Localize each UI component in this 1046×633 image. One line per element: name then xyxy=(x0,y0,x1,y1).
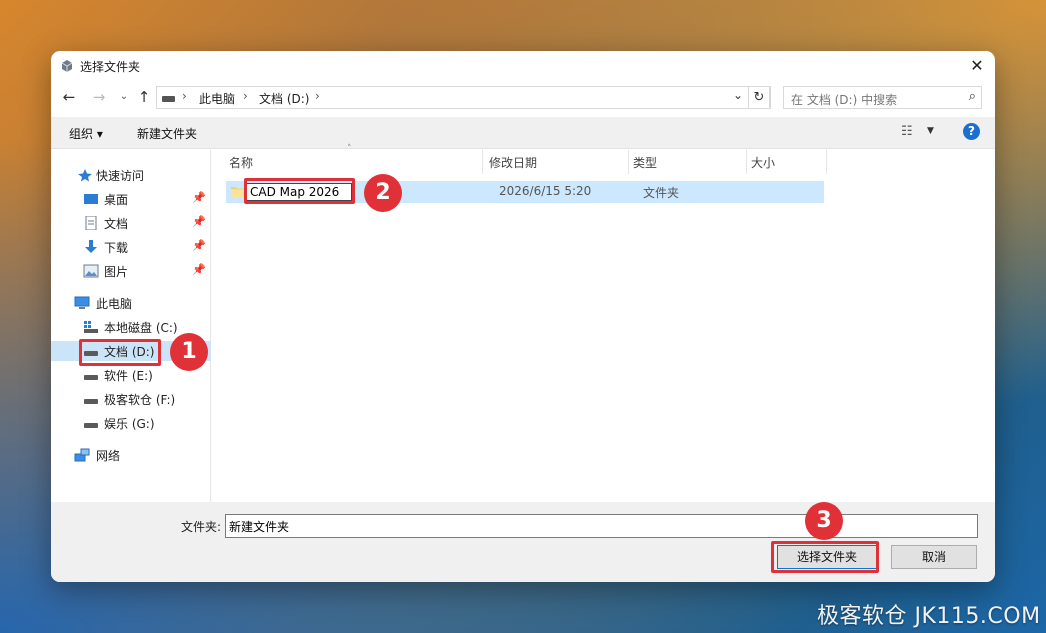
sidebar-item-label: 本地磁盘 (C:) xyxy=(104,321,178,335)
highlight-folder-name xyxy=(244,178,355,204)
recent-locations-chevron-icon[interactable]: ⌄ xyxy=(115,88,133,108)
sidebar-item-label: 极客软仓 (F:) xyxy=(104,393,176,407)
file-modified: 2026/6/15 5:20 xyxy=(499,184,592,198)
search-input[interactable]: 在 文档 (D:) 中搜索 ⌕ xyxy=(783,86,982,109)
close-icon[interactable]: ✕ xyxy=(965,55,989,79)
sidebar-item-documents[interactable]: 文档 📌 xyxy=(51,213,211,233)
new-folder-button[interactable]: 新建文件夹 xyxy=(137,125,197,142)
column-label: 类型 xyxy=(633,156,658,170)
star-icon xyxy=(78,169,92,182)
highlight-select-button xyxy=(771,541,879,573)
network-icon xyxy=(74,448,90,462)
sidebar-item-desktop[interactable]: 桌面 📌 xyxy=(51,189,211,209)
pin-icon: 📌 xyxy=(192,239,206,252)
drive-icon xyxy=(84,399,98,404)
sidebar-item-label: 图片 xyxy=(104,265,129,279)
help-icon[interactable]: ? xyxy=(963,123,980,140)
sidebar-item-downloads[interactable]: 下载 📌 xyxy=(51,237,211,257)
drive-icon xyxy=(84,375,98,380)
folder-name-input[interactable] xyxy=(225,514,978,538)
sidebar-item-label: 快速访问 xyxy=(96,169,145,183)
view-options-icon[interactable]: ☷ xyxy=(901,124,913,139)
column-header-size[interactable]: 大小 xyxy=(747,150,827,174)
sidebar-item-label: 此电脑 xyxy=(96,297,133,311)
command-bar: 组织 ▾ 新建文件夹 ☷ ▼ ? xyxy=(51,117,995,149)
desktop-icon xyxy=(84,194,98,204)
sidebar-item-label: 软件 (E:) xyxy=(104,369,153,383)
app-icon xyxy=(61,60,73,72)
column-header-modified[interactable]: 修改日期 xyxy=(485,150,629,174)
sidebar-item-label: 下载 xyxy=(104,241,129,255)
column-label: 大小 xyxy=(751,156,776,170)
view-dropdown-icon[interactable]: ▼ xyxy=(927,126,934,136)
drive-icon xyxy=(84,423,98,428)
drive-icon xyxy=(162,96,175,102)
sidebar-item-drive-f[interactable]: 极客软仓 (F:) xyxy=(51,389,211,409)
download-arrow-icon xyxy=(85,240,97,253)
organize-menu[interactable]: 组织 ▾ xyxy=(69,125,103,142)
step-badge-1: 1 xyxy=(170,333,208,371)
search-icon: ⌕ xyxy=(968,89,976,104)
pin-icon: 📌 xyxy=(192,191,206,204)
sidebar-item-label: 网络 xyxy=(96,449,121,463)
sidebar-item-quick-access[interactable]: 快速访问 xyxy=(51,165,211,185)
sidebar-item-pictures[interactable]: 图片 📌 xyxy=(51,261,211,281)
back-arrow-icon[interactable]: ← xyxy=(60,88,78,108)
window-title: 选择文件夹 xyxy=(80,60,141,74)
windows-drive-icon xyxy=(84,321,98,333)
breadcrumb-separator-icon: › xyxy=(243,89,248,103)
address-bar[interactable]: › 此电脑 › 文档 (D:) › xyxy=(156,86,771,109)
file-type: 文件夹 xyxy=(643,186,680,200)
step-badge-3: 3 xyxy=(805,502,843,540)
column-header-name[interactable]: 名称 xyxy=(225,150,483,174)
document-icon xyxy=(85,216,97,230)
highlight-drive-d xyxy=(79,339,161,366)
column-label: 名称 xyxy=(229,156,254,170)
search-placeholder: 在 文档 (D:) 中搜索 xyxy=(791,93,898,107)
address-dropdown-icon[interactable]: ⌄ xyxy=(733,88,743,102)
breadcrumb-separator-icon: › xyxy=(315,89,320,103)
breadcrumb-drive-d[interactable]: 文档 (D:) xyxy=(259,90,309,107)
up-arrow-icon[interactable]: ↑ xyxy=(135,88,153,108)
sidebar-item-drive-g[interactable]: 娱乐 (G:) xyxy=(51,413,211,433)
sidebar-item-this-pc[interactable]: 此电脑 xyxy=(51,293,211,313)
refresh-icon[interactable]: ↻ xyxy=(748,86,770,109)
navigation-pane: 快速访问 桌面 📌 文档 📌 下载 📌 图片 📌 此电脑 本地磁盘 (C:) 文… xyxy=(51,150,211,502)
pin-icon: 📌 xyxy=(192,263,206,276)
sidebar-item-network[interactable]: 网络 xyxy=(51,445,211,465)
sidebar-item-label: 桌面 xyxy=(104,193,129,207)
watermark-text: 极客软仓 JK115.COM xyxy=(817,604,1041,629)
breadcrumb-separator-icon: › xyxy=(182,89,187,103)
sidebar-item-label: 娱乐 (G:) xyxy=(104,417,155,431)
folder-label: 文件夹: xyxy=(181,520,222,534)
sidebar-item-label: 文档 xyxy=(104,217,129,231)
picture-icon xyxy=(83,264,99,278)
pin-icon: 📌 xyxy=(192,215,206,228)
cancel-button[interactable]: 取消 xyxy=(891,545,977,569)
column-label: 修改日期 xyxy=(489,156,538,170)
computer-icon xyxy=(74,296,90,309)
address-row: ← → ⌄ ↑ › 此电脑 › 文档 (D:) › ⌄ ↻ 在 文档 (D:) … xyxy=(51,84,995,112)
breadcrumb-this-pc[interactable]: 此电脑 xyxy=(199,90,235,107)
forward-arrow-icon[interactable]: → xyxy=(90,88,108,108)
step-badge-2: 2 xyxy=(364,174,402,212)
select-folder-dialog: 选择文件夹 ✕ ← → ⌄ ↑ › 此电脑 › 文档 (D:) › ⌄ ↻ 在 … xyxy=(51,51,995,582)
title-bar: 选择文件夹 ✕ xyxy=(51,51,995,81)
column-header-type[interactable]: 类型 xyxy=(629,150,747,174)
